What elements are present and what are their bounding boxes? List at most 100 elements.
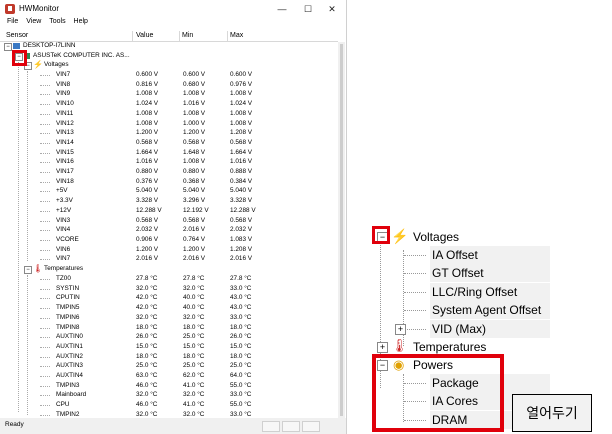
sensor-value: 1.016 V bbox=[136, 158, 159, 166]
sensor-name: VIN8 bbox=[56, 80, 71, 88]
sensor-row[interactable]: AUXTIN3 25.0 °C 25.0 °C 25.0 °C bbox=[0, 362, 338, 372]
sensor-min: 1.008 V bbox=[183, 90, 206, 98]
expand-icon[interactable]: + bbox=[377, 342, 388, 353]
sensor-min: 0.568 V bbox=[183, 216, 206, 224]
sensor-value: 3.328 V bbox=[136, 197, 159, 205]
sensor-name: VIN4 bbox=[56, 226, 71, 234]
sensor-max: 1.008 V bbox=[230, 119, 253, 127]
sensor-row[interactable]: VIN14 0.568 V 0.568 V 0.568 V bbox=[0, 139, 338, 149]
column-min[interactable]: Min bbox=[182, 32, 193, 39]
sensor-row[interactable]: VIN8 0.816 V 0.680 V 0.976 V bbox=[0, 81, 338, 91]
sensor-min: 0.764 V bbox=[183, 235, 206, 243]
sensor-row[interactable]: +12V 12.288 V 12.192 V 12.288 V bbox=[0, 207, 338, 217]
sensor-name: TMPIN2 bbox=[56, 410, 80, 418]
sensor-min: 62.0 °C bbox=[183, 372, 205, 379]
sensor-tree[interactable]: − DESKTOP-I7LINN − ASUSTeK COMPUTER INC.… bbox=[0, 42, 338, 418]
zoom-sensor-item[interactable]: VID (Max) bbox=[432, 320, 486, 338]
sensor-name: +12V bbox=[56, 206, 72, 214]
sensor-name: Mainboard bbox=[56, 391, 87, 399]
collapse-icon[interactable]: − bbox=[4, 43, 12, 51]
sensor-row[interactable]: VCORE 0.906 V 0.764 V 1.083 V bbox=[0, 236, 338, 246]
zoom-sensor-item[interactable]: GT Offset bbox=[432, 264, 484, 282]
sensor-max: 1.016 V bbox=[230, 158, 253, 166]
sensor-min: 1.200 V bbox=[183, 245, 206, 253]
zoom-sensor-item[interactable]: System Agent Offset bbox=[432, 301, 541, 319]
vertical-scrollbar[interactable] bbox=[338, 42, 345, 418]
sensor-row[interactable]: VIN18 0.376 V 0.368 V 0.384 V bbox=[0, 178, 338, 188]
sensor-max: 33.0 °C bbox=[230, 284, 252, 292]
sensor-row[interactable]: TMPIN8 18.0 °C 18.0 °C 18.0 °C bbox=[0, 324, 338, 334]
sensor-name: AUXTIN4 bbox=[56, 372, 83, 379]
sensor-max: 12.288 V bbox=[230, 206, 256, 214]
sensor-row[interactable]: AUXTIN4 63.0 °C 62.0 °C 64.0 °C bbox=[0, 372, 338, 382]
sensor-row[interactable]: VIN7 0.600 V 0.600 V 0.600 V bbox=[0, 71, 338, 81]
sensor-row[interactable]: SYSTIN 32.0 °C 32.0 °C 33.0 °C bbox=[0, 285, 338, 295]
sensor-row[interactable]: TMPIN6 32.0 °C 32.0 °C 33.0 °C bbox=[0, 314, 338, 324]
sensor-value: 42.0 °C bbox=[136, 294, 158, 302]
sensor-row[interactable]: VIN11 1.008 V 1.008 V 1.008 V bbox=[0, 110, 338, 120]
sensor-max: 25.0 °C bbox=[230, 362, 252, 370]
sensor-value: 0.568 V bbox=[136, 216, 159, 224]
sensor-row[interactable]: VIN15 1.664 V 1.648 V 1.664 V bbox=[0, 149, 338, 159]
sensor-row[interactable]: VIN10 1.024 V 1.016 V 1.024 V bbox=[0, 100, 338, 110]
menu-file[interactable]: File bbox=[7, 18, 18, 25]
sensor-row[interactable]: +5V 5.040 V 5.040 V 5.040 V bbox=[0, 187, 338, 197]
sensor-min: 15.0 °C bbox=[183, 342, 205, 350]
collapse-icon[interactable]: − bbox=[24, 266, 32, 274]
expand-icon[interactable]: + bbox=[395, 323, 406, 335]
hwmonitor-app-icon bbox=[5, 4, 15, 14]
sensor-row[interactable]: AUXTIN0 26.0 °C 25.0 °C 26.0 °C bbox=[0, 333, 338, 343]
sensor-row[interactable]: VIN7 2.016 V 2.016 V 2.016 V bbox=[0, 255, 338, 265]
sensor-row[interactable]: VIN4 2.032 V 2.016 V 2.032 V bbox=[0, 226, 338, 236]
sensor-min: 41.0 °C bbox=[183, 381, 205, 389]
column-value[interactable]: Value bbox=[136, 32, 153, 39]
column-max[interactable]: Max bbox=[230, 32, 243, 39]
sensor-row[interactable]: TMPIN5 42.0 °C 40.0 °C 43.0 °C bbox=[0, 304, 338, 314]
menu-bar: File View Tools Help bbox=[0, 18, 346, 30]
sensor-row[interactable]: VIN9 1.008 V 1.008 V 1.008 V bbox=[0, 90, 338, 100]
maximize-button[interactable]: ☐ bbox=[296, 2, 320, 16]
sensor-row[interactable]: CPUTIN 42.0 °C 40.0 °C 43.0 °C bbox=[0, 294, 338, 304]
sensor-name: VIN14 bbox=[56, 138, 74, 146]
sensor-value: 46.0 °C bbox=[136, 381, 158, 389]
voltages-label: Voltages bbox=[44, 61, 69, 68]
sensor-max: 0.568 V bbox=[230, 216, 253, 224]
sensor-max: 1.024 V bbox=[230, 100, 253, 108]
sensor-row[interactable]: TMPIN2 32.0 °C 32.0 °C 33.0 °C bbox=[0, 411, 338, 418]
sensor-value: 1.024 V bbox=[136, 100, 159, 108]
status-bar: Ready bbox=[0, 418, 346, 434]
sensor-row[interactable]: TMPIN3 46.0 °C 41.0 °C 55.0 °C bbox=[0, 382, 338, 392]
hwmonitor-window: HWMonitor — ☐ ✕ File View Tools Help Sen… bbox=[0, 0, 347, 434]
column-sensor[interactable]: Sensor bbox=[6, 32, 28, 39]
sensor-row[interactable]: CPU 46.0 °C 41.0 °C 55.0 °C bbox=[0, 401, 338, 411]
sensor-name: CPUTIN bbox=[56, 294, 80, 302]
sensor-row[interactable]: VIN16 1.016 V 1.008 V 1.016 V bbox=[0, 158, 338, 168]
sensor-row[interactable]: VIN12 1.008 V 1.000 V 1.008 V bbox=[0, 120, 338, 130]
sensor-row[interactable]: +3.3V 3.328 V 3.296 V 3.328 V bbox=[0, 197, 338, 207]
sensor-min: 3.296 V bbox=[183, 197, 206, 205]
sensor-row[interactable]: AUXTIN1 15.0 °C 15.0 °C 15.0 °C bbox=[0, 343, 338, 353]
sensor-max: 15.0 °C bbox=[230, 342, 252, 350]
sensor-row[interactable]: VIN3 0.568 V 0.568 V 0.568 V bbox=[0, 217, 338, 227]
close-button[interactable]: ✕ bbox=[320, 2, 344, 16]
zoom-sensor-item[interactable]: IA Offset bbox=[432, 246, 478, 264]
sensor-row[interactable]: TZ00 27.8 °C 27.8 °C 27.8 °C bbox=[0, 275, 338, 285]
sensor-min: 32.0 °C bbox=[183, 284, 205, 292]
zoom-sensor-item[interactable]: LLC/Ring Offset bbox=[432, 283, 517, 301]
menu-view[interactable]: View bbox=[26, 18, 41, 25]
sensor-row[interactable]: VIN6 1.200 V 1.200 V 1.208 V bbox=[0, 246, 338, 256]
column-header: Sensor Value Min Max bbox=[0, 31, 338, 42]
sensor-value: 2.016 V bbox=[136, 255, 159, 263]
sensor-row[interactable]: Mainboard 32.0 °C 32.0 °C 33.0 °C bbox=[0, 391, 338, 401]
menu-tools[interactable]: Tools bbox=[49, 18, 65, 25]
menu-help[interactable]: Help bbox=[74, 18, 88, 25]
sensor-name: VIN12 bbox=[56, 119, 74, 127]
sensor-row[interactable]: VIN13 1.200 V 1.200 V 1.208 V bbox=[0, 129, 338, 139]
computer-icon bbox=[13, 43, 20, 49]
scrollbar-thumb[interactable] bbox=[340, 44, 343, 416]
minimize-button[interactable]: — bbox=[270, 2, 294, 16]
sensor-max: 33.0 °C bbox=[230, 391, 252, 399]
sensor-row[interactable]: VIN17 0.880 V 0.880 V 0.888 V bbox=[0, 168, 338, 178]
sensor-row[interactable]: AUXTIN2 18.0 °C 18.0 °C 18.0 °C bbox=[0, 353, 338, 363]
sensor-name: AUXTIN0 bbox=[56, 333, 83, 341]
